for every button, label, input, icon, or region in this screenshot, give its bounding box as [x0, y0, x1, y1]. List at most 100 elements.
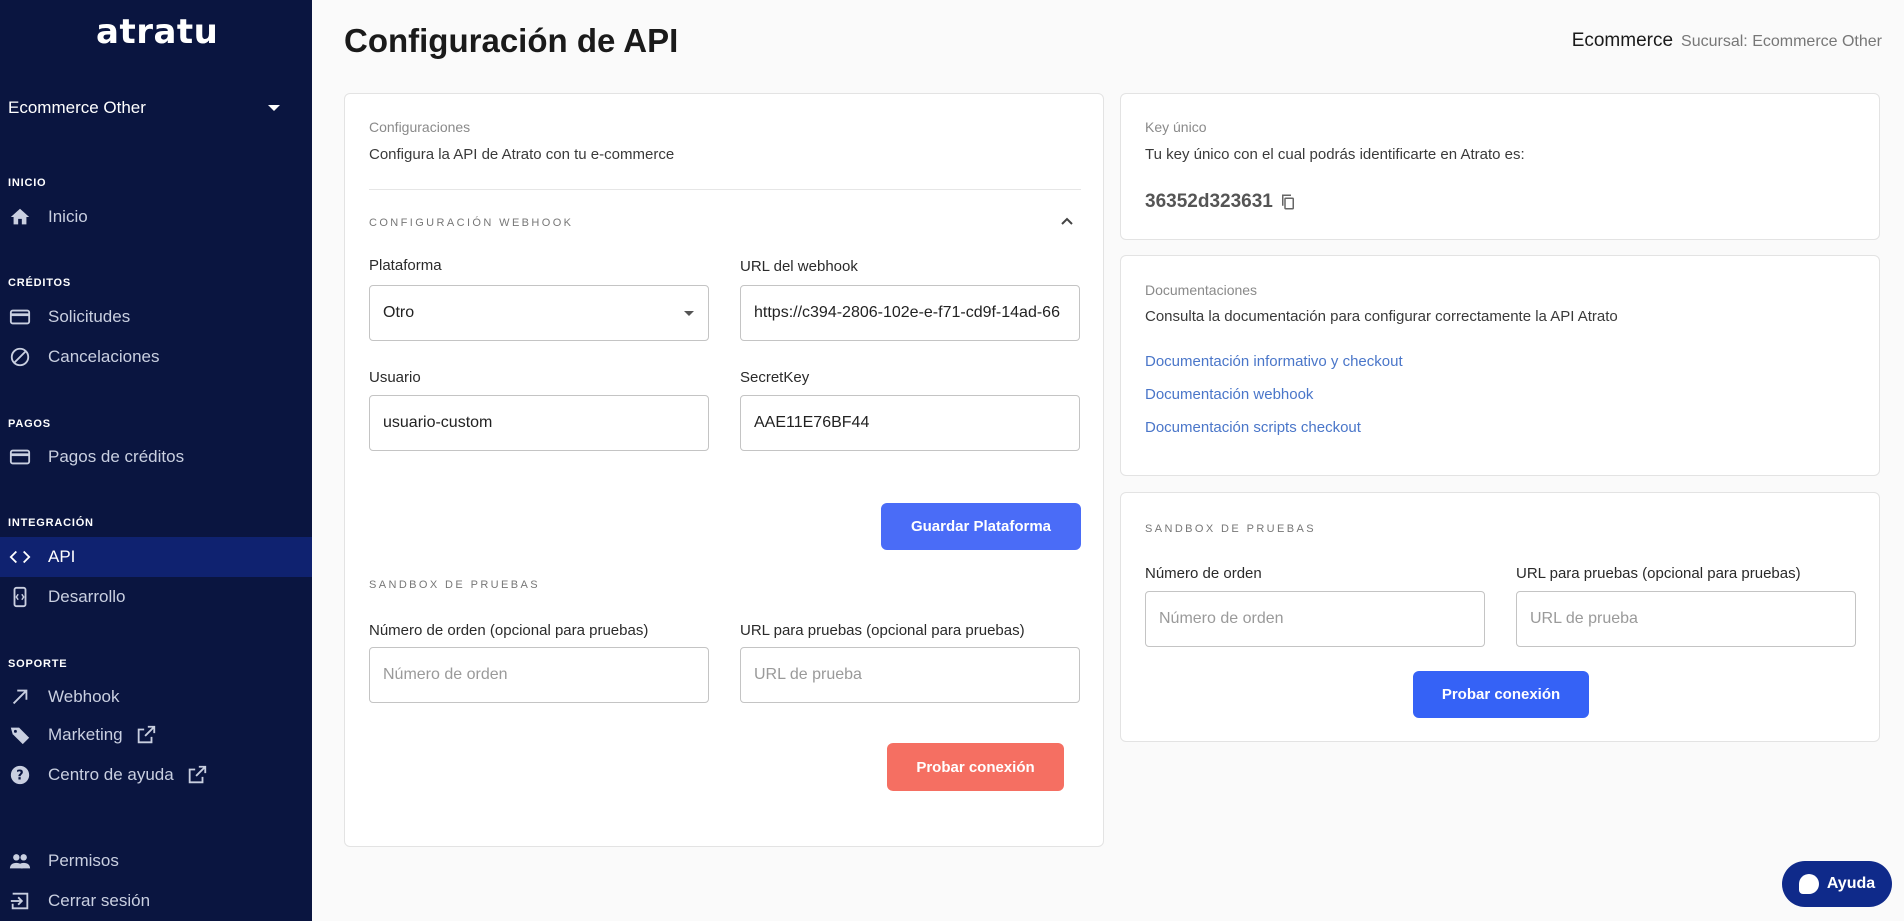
- chevron-down-icon: [268, 105, 280, 111]
- sandbox-test-url-field[interactable]: [1516, 591, 1856, 647]
- branch-name: Ecommerce Other: [8, 98, 146, 117]
- caret-down-icon: [684, 311, 694, 316]
- sandbox-card: SANDBOX DE PRUEBAS Número de orden URL p…: [1120, 492, 1880, 742]
- sidebar-item-cerrar-sesion[interactable]: Cerrar sesión: [0, 881, 312, 921]
- sandbox-order-label: Número de orden: [1145, 565, 1262, 582]
- order-label: Número de orden (opcional para pruebas): [369, 622, 649, 639]
- help-button-label: Ayuda: [1826, 875, 1876, 892]
- sidebar-item-label: Solicitudes: [48, 307, 131, 326]
- help-chat-button[interactable]: Ayuda: [1782, 861, 1892, 907]
- section-integracion: INTEGRACIÓN: [8, 517, 94, 529]
- sidebar-item-api[interactable]: API: [0, 537, 312, 577]
- sidebar-item-label: Webhook: [48, 687, 120, 706]
- docs-card: Documentaciones Consulta la documentació…: [1120, 255, 1880, 476]
- docs-label: Documentaciones: [1145, 282, 1258, 298]
- divider: [369, 189, 1081, 190]
- company-info: Ecommerce Sucursal: Ecommerce Other: [1572, 30, 1882, 52]
- copy-icon[interactable]: [1279, 193, 1297, 211]
- sandbox-test-url-label: URL para pruebas (opcional para pruebas): [1516, 565, 1801, 582]
- sandbox-order-field[interactable]: [1145, 591, 1485, 647]
- external-link-icon: [135, 724, 157, 746]
- sidebar-item-label: Permisos: [48, 851, 119, 870]
- sandbox-card-title: SANDBOX DE PRUEBAS: [1145, 523, 1316, 535]
- sidebar-item-webhook[interactable]: Webhook: [0, 677, 312, 717]
- section-creditos: CRÉDITOS: [8, 277, 72, 289]
- config-card: Configuraciones Configura la API de Atra…: [344, 93, 1104, 847]
- chevron-up-icon[interactable]: [1059, 213, 1075, 229]
- sandbox-order-input[interactable]: [1159, 610, 1471, 628]
- config-label: Configuraciones: [369, 119, 471, 135]
- people-icon: [8, 849, 32, 873]
- webhook-section-title: CONFIGURACIÓN WEBHOOK: [369, 217, 574, 229]
- webhook-url-field[interactable]: [740, 285, 1080, 341]
- sidebar-item-label: Inicio: [48, 207, 88, 226]
- key-description: Tu key único con el cual podrás identifi…: [1145, 146, 1525, 163]
- svg-text:?: ?: [16, 769, 23, 784]
- sidebar-item-label: Pagos de créditos: [48, 447, 185, 466]
- sucursal-label: Sucursal: Ecommerce Other: [1681, 33, 1882, 50]
- test-url-input[interactable]: [754, 666, 1066, 684]
- sandbox-test-connection-button[interactable]: Probar conexión: [1413, 671, 1589, 718]
- platform-value: Otro: [383, 304, 415, 321]
- section-inicio: INICIO: [8, 177, 47, 189]
- user-field[interactable]: [369, 395, 709, 451]
- config-description: Configura la API de Atrato con tu e-comm…: [369, 146, 675, 163]
- order-input[interactable]: [383, 666, 695, 684]
- key-value: 36352d323631: [1145, 191, 1273, 212]
- sidebar-item-label: Cerrar sesión: [48, 891, 151, 910]
- platform-label: Plataforma: [369, 257, 442, 274]
- sandbox-test-url-input[interactable]: [1530, 610, 1842, 628]
- credit-card-icon: [8, 305, 32, 329]
- save-platform-button[interactable]: Guardar Plataforma: [881, 503, 1081, 550]
- sidebar-item-pagos-creditos[interactable]: Pagos de créditos: [0, 437, 312, 477]
- webhook-url-label: URL del webhook: [740, 258, 858, 275]
- key-display: 36352d323631: [1145, 191, 1297, 213]
- sandbox-section-title: SANDBOX DE PRUEBAS: [369, 579, 540, 591]
- company-name: Ecommerce: [1571, 30, 1674, 51]
- credit-card-icon: [8, 445, 32, 469]
- user-input[interactable]: [383, 414, 695, 432]
- sidebar-item-inicio[interactable]: Inicio: [0, 197, 312, 237]
- section-soporte: SOPORTE: [8, 658, 68, 670]
- sidebar-item-label: Desarrollo: [48, 587, 126, 606]
- sidebar-item-label: Marketing: [48, 725, 123, 744]
- secret-label: SecretKey: [740, 369, 810, 386]
- docs-description: Consulta la documentación para configura…: [1145, 308, 1618, 325]
- test-connection-button[interactable]: Probar conexión: [887, 743, 1064, 791]
- doc-link-webhook[interactable]: Documentación webhook: [1145, 386, 1313, 403]
- secret-input[interactable]: [754, 414, 1066, 432]
- code-icon: [8, 545, 32, 569]
- sidebar-item-label: Cancelaciones: [48, 347, 160, 366]
- sidebar: atratu Ecommerce Other INICIO Inicio CRÉ…: [0, 0, 312, 921]
- order-field[interactable]: [369, 647, 709, 703]
- user-label: Usuario: [369, 369, 421, 386]
- sidebar-item-permisos[interactable]: Permisos: [0, 841, 312, 881]
- doc-link-scripts[interactable]: Documentación scripts checkout: [1145, 419, 1361, 436]
- test-url-label: URL para pruebas (opcional para pruebas): [740, 622, 1025, 639]
- home-icon: [8, 205, 32, 229]
- webhook-url-input[interactable]: [754, 304, 1066, 322]
- secret-field[interactable]: [740, 395, 1080, 451]
- sidebar-item-marketing[interactable]: Marketing: [0, 715, 312, 755]
- platform-select[interactable]: Otro: [369, 285, 709, 341]
- arrow-up-right-icon: [8, 685, 32, 709]
- test-url-field[interactable]: [740, 647, 1080, 703]
- key-label: Key único: [1145, 119, 1207, 135]
- sidebar-item-label: API: [48, 547, 76, 566]
- sidebar-item-solicitudes[interactable]: Solicitudes: [0, 297, 312, 337]
- external-link-icon: [186, 764, 208, 786]
- block-icon: [8, 345, 32, 369]
- section-pagos: PAGOS: [8, 418, 51, 430]
- atrato-logo[interactable]: atratu: [96, 12, 218, 52]
- key-card: Key único Tu key único con el cual podrá…: [1120, 93, 1880, 240]
- sidebar-item-desarrollo[interactable]: Desarrollo: [0, 577, 312, 617]
- tag-icon: [8, 723, 32, 747]
- sidebar-item-cancelaciones[interactable]: Cancelaciones: [0, 337, 312, 377]
- sidebar-item-label: Centro de ayuda: [48, 765, 174, 784]
- sidebar-item-centro-ayuda[interactable]: ? Centro de ayuda: [0, 755, 312, 795]
- branch-selector[interactable]: Ecommerce Other: [8, 92, 284, 124]
- help-circle-icon: ?: [8, 763, 32, 787]
- page-title: Configuración de API: [344, 22, 679, 59]
- logout-icon: [8, 889, 32, 913]
- doc-link-checkout[interactable]: Documentación informativo y checkout: [1145, 353, 1403, 370]
